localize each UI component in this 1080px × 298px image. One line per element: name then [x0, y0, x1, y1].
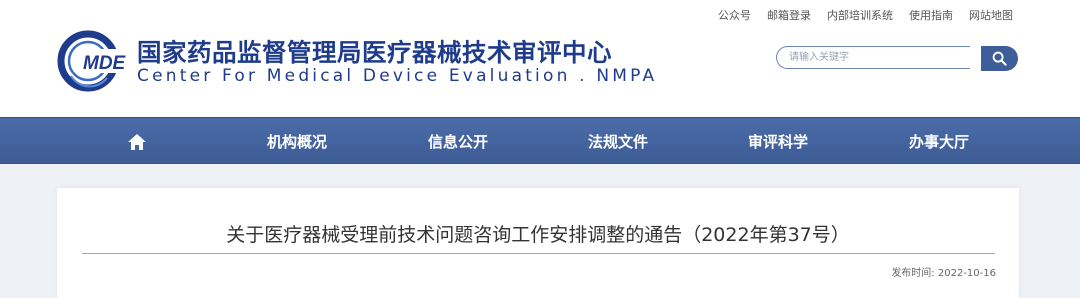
search-icon [992, 51, 1007, 66]
search-input[interactable] [776, 46, 970, 69]
nav-home[interactable] [127, 118, 147, 165]
top-link-sitemap[interactable]: 网站地图 [969, 7, 1013, 23]
search-bar [776, 46, 1018, 71]
main-nav: 机构概况 信息公开 法规文件 审评科学 办事大厅 [0, 117, 1080, 164]
site-name-cn[interactable]: 国家药品监督管理局医疗器械技术审评中心 [137, 34, 612, 69]
nav-item-disclosure[interactable]: 信息公开 [428, 118, 488, 165]
top-link-wechat[interactable]: 公众号 [718, 7, 751, 23]
top-link-mail-login[interactable]: 邮箱登录 [767, 7, 811, 23]
site-header: 公众号 邮箱登录 内部培训系统 使用指南 网站地图 MDE 国家药品监督管理局医… [0, 0, 1080, 117]
nav-item-regulations[interactable]: 法规文件 [588, 118, 648, 165]
article-title: 关于医疗器械受理前技术问题咨询工作安排调整的通告（2022年第37号） [226, 224, 850, 246]
publish-date-value: 2022-10-16 [937, 268, 996, 279]
article-card: 关于医疗器械受理前技术问题咨询工作安排调整的通告（2022年第37号） 发布时间… [57, 188, 1019, 298]
title-divider [82, 253, 995, 254]
site-name-en[interactable]: Center For Medical Device Evaluation . N… [137, 66, 657, 86]
home-icon [128, 133, 146, 150]
nav-item-about[interactable]: 机构概况 [267, 118, 327, 165]
nav-item-review-science[interactable]: 审评科学 [748, 118, 808, 165]
search-button[interactable] [981, 46, 1018, 71]
publish-date-label: 发布时间: [891, 268, 935, 279]
top-links: 公众号 邮箱登录 内部培训系统 使用指南 网站地图 [718, 7, 1013, 23]
top-link-training-system[interactable]: 内部培训系统 [827, 7, 893, 23]
publish-date: 发布时间: 2022-10-16 [891, 264, 996, 279]
logo-mark-text: MDE [83, 53, 127, 74]
nav-item-service-hall[interactable]: 办事大厅 [909, 118, 969, 165]
mde-logo-icon[interactable]: MDE [57, 30, 135, 92]
top-link-guide[interactable]: 使用指南 [909, 7, 953, 23]
